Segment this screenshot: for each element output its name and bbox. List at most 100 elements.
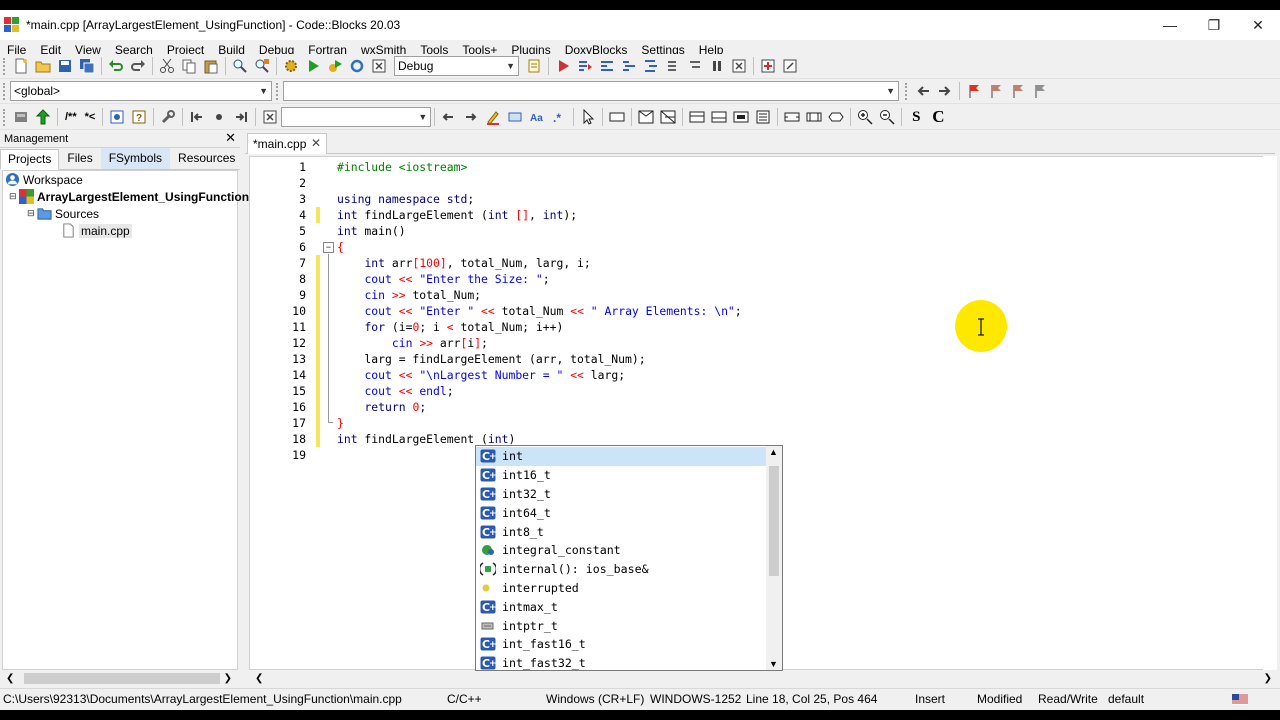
autocomplete-item[interactable]: internal(): ios_base& [476,560,766,579]
return-icon[interactable] [827,108,845,126]
tree-sources-folder[interactable]: ⊟ Sources [27,206,99,221]
do-while-icon[interactable] [710,108,728,126]
debug-info-icon[interactable] [781,57,799,75]
editor-horizontal-scrollbar[interactable]: ❮ ❯ [249,670,1276,687]
autocomplete-scrollbar[interactable]: ▲ ▼ [766,446,782,670]
tab-fsymbols[interactable]: FSymbols [100,148,171,169]
autocomplete-item[interactable]: C + int [476,447,766,466]
save-all-icon[interactable] [78,57,96,75]
prev-bookmark-icon[interactable] [987,82,1005,100]
if-block-icon[interactable] [637,108,655,126]
abort-icon[interactable] [370,57,388,75]
while-loop-icon[interactable] [688,108,706,126]
search-prev-icon[interactable] [440,108,458,126]
tab-projects[interactable]: Projects [0,149,60,170]
autocomplete-item[interactable]: interrupted [476,579,766,598]
debug-start-icon[interactable] [554,57,572,75]
autocomplete-item[interactable]: C + int_fast16_t [476,635,766,654]
redo-icon[interactable] [129,57,147,75]
match-case-icon[interactable]: Aa [528,108,546,126]
toggle-bookmark-icon[interactable] [965,82,983,100]
for-loop-icon[interactable] [732,108,750,126]
build-target-select[interactable]: Debug ▼ [394,56,519,76]
step-out-icon[interactable] [642,57,660,75]
editor-vertical-scrollbar[interactable] [1263,156,1277,670]
cut-icon[interactable] [158,57,176,75]
build-gear-icon[interactable] [282,57,300,75]
function-select[interactable]: ▼ [283,81,899,101]
clear-search-icon[interactable] [261,108,279,126]
next-line-icon[interactable] [598,57,616,75]
undo-icon[interactable] [107,57,125,75]
build-options-icon[interactable] [525,57,543,75]
autocomplete-item[interactable]: C + int32_t [476,485,766,504]
scroll-right-icon[interactable]: ❯ [1264,673,1272,684]
extract-docs-icon[interactable] [34,108,52,126]
autocomplete-item[interactable]: C + int_fast32_t [476,654,766,670]
close-tab-icon[interactable]: ✕ [311,136,321,150]
chm-docs-icon[interactable]: ? [130,108,148,126]
tree-horizontal-scrollbar[interactable]: ❮ ❯ [2,670,238,687]
zoom-in-icon[interactable] [856,108,874,126]
block-icon[interactable] [608,108,626,126]
paste-icon[interactable] [202,57,220,75]
rebuild-icon[interactable] [348,57,366,75]
next-bookmark-icon[interactable] [1009,82,1027,100]
new-file-icon[interactable] [12,57,30,75]
stop-debugger-icon[interactable] [730,57,748,75]
close-window-button[interactable]: ✕ [1236,10,1280,40]
scope-select[interactable]: <global> ▼ [10,81,272,101]
scroll-left-icon[interactable]: ❮ [6,673,14,684]
autocomplete-item[interactable]: C + int8_t [476,522,766,541]
scroll-left-icon[interactable]: ❮ [255,673,263,684]
run-to-cursor-icon[interactable] [576,57,594,75]
tree-workspace[interactable]: Workspace [5,172,83,187]
block-comment-button[interactable]: /** [63,108,79,126]
pause-icon[interactable] [708,57,726,75]
close-icon[interactable]: ✕ [225,130,236,146]
collapse-icon[interactable]: ⊟ [9,191,19,202]
preferences-wrench-icon[interactable] [159,108,177,126]
selected-text-only-icon[interactable] [506,108,524,126]
prev-line-icon[interactable] [188,108,206,126]
save-icon[interactable] [56,57,74,75]
jump-back-icon[interactable] [914,82,932,100]
tab-files[interactable]: Files [59,148,100,169]
nassi-c-button[interactable]: C [929,107,947,126]
run-icon[interactable] [304,57,322,75]
incremental-search-input[interactable]: ▼ [281,107,432,127]
next-instruction-icon[interactable] [664,57,682,75]
tree-file-main-cpp[interactable]: main.cpp [61,223,132,238]
autocomplete-item[interactable]: integral_constant [476,541,766,560]
debug-windows-icon[interactable] [759,57,777,75]
fold-toggle-icon[interactable]: − [323,242,334,253]
doxywizard-icon[interactable] [12,108,30,126]
search-next-icon[interactable] [462,108,480,126]
chevron-down-icon[interactable]: ▼ [769,659,778,669]
chevron-up-icon[interactable]: ▲ [769,447,778,457]
next-line-arrow-icon[interactable] [232,108,250,126]
restore-button[interactable]: ❐ [1192,10,1236,40]
scroll-right-icon[interactable]: ❯ [224,673,232,684]
nassi-s-button[interactable]: S [907,108,925,126]
step-into-icon[interactable] [620,57,638,75]
regex-icon[interactable]: .* [550,108,568,126]
build-and-run-icon[interactable] [326,57,344,75]
instruction-icon[interactable] [783,108,801,126]
zoom-out-icon[interactable] [878,108,896,126]
replace-icon[interactable] [253,57,271,75]
step-instruction-icon[interactable] [686,57,704,75]
autocomplete-popup[interactable]: C + int C + int16_t C + int32_t C + int64_t C + int8_t… [475,445,783,671]
pointer-icon[interactable] [579,108,597,126]
highlight-icon[interactable] [484,108,502,126]
tab-main-cpp[interactable]: *main.cpp ✕ [247,133,327,154]
autocomplete-item[interactable]: C + int64_t [476,503,766,522]
collapse-icon[interactable]: ⊟ [27,208,37,219]
autocomplete-item[interactable]: C + int16_t [476,466,766,485]
tree-project[interactable]: ⊟ ArrayLargestElement_UsingFunction [9,189,249,204]
current-line-icon[interactable] [210,108,228,126]
find-icon[interactable] [231,57,249,75]
autocomplete-item[interactable]: C + intmax_t [476,597,766,616]
open-folder-icon[interactable] [34,57,52,75]
jump-forward-icon[interactable] [936,82,954,100]
